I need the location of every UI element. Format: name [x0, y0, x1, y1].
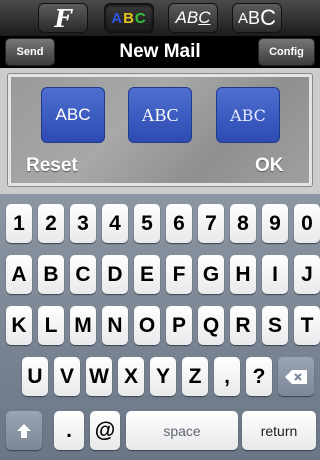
key-q[interactable]: Q	[198, 306, 224, 345]
config-button[interactable]: Config	[258, 38, 315, 66]
key-z[interactable]: Z	[182, 357, 208, 396]
key-d[interactable]: D	[102, 255, 128, 294]
key-v[interactable]: V	[54, 357, 80, 396]
key-9[interactable]: 9	[262, 204, 288, 243]
color-button[interactable]: A B C	[104, 3, 154, 33]
key-7[interactable]: 7	[198, 204, 224, 243]
size-letter-c: C	[260, 5, 276, 30]
key-s[interactable]: S	[262, 306, 288, 345]
key-b[interactable]: B	[38, 255, 64, 294]
key-w[interactable]: W	[86, 357, 112, 396]
key-5[interactable]: 5	[134, 204, 160, 243]
key-x[interactable]: X	[118, 357, 144, 396]
key-e[interactable]: E	[134, 255, 160, 294]
key-l[interactable]: L	[38, 306, 64, 345]
color-letter-c: C	[134, 9, 147, 27]
key-o[interactable]: O	[134, 306, 160, 345]
key-2[interactable]: 2	[38, 204, 64, 243]
key-period[interactable]: .	[54, 411, 84, 450]
key-c[interactable]: C	[70, 255, 96, 294]
font-letter: F	[54, 3, 72, 33]
style-button-light[interactable]: ABC	[216, 87, 280, 143]
color-letter-a: A	[111, 9, 124, 27]
key-y[interactable]: Y	[150, 357, 176, 396]
font-style-panel: ABC ABC ABC Reset OK	[8, 74, 312, 186]
key-comma[interactable]: ,	[214, 357, 240, 396]
underline-sample: ABC	[175, 8, 211, 27]
return-key[interactable]: return	[242, 411, 316, 450]
key-0[interactable]: 0	[294, 204, 320, 243]
key-j[interactable]: J	[294, 255, 320, 294]
text-size-button[interactable]: ABC	[232, 3, 282, 33]
backspace-key[interactable]	[278, 357, 314, 396]
style-button-serif[interactable]: ABC	[128, 87, 192, 143]
key-m[interactable]: M	[70, 306, 96, 345]
style-panel-area: ABC ABC ABC Reset OK	[0, 68, 320, 194]
key-a[interactable]: A	[6, 255, 32, 294]
style-button-sans[interactable]: ABC	[41, 87, 105, 143]
key-question[interactable]: ?	[246, 357, 272, 396]
ok-button[interactable]: OK	[255, 155, 284, 177]
color-letter-b: B	[123, 9, 135, 27]
font-button[interactable]: F	[38, 3, 88, 33]
key-at[interactable]: @	[90, 411, 120, 450]
shift-arrow-icon	[17, 423, 31, 438]
key-3[interactable]: 3	[70, 204, 96, 243]
size-letter-a: A	[238, 9, 249, 27]
key-p[interactable]: P	[166, 306, 192, 345]
key-n[interactable]: N	[102, 306, 128, 345]
key-u[interactable]: U	[22, 357, 48, 396]
key-h[interactable]: H	[230, 255, 256, 294]
key-g[interactable]: G	[198, 255, 224, 294]
key-4[interactable]: 4	[102, 204, 128, 243]
navigation-bar: New Mail Send Config	[0, 36, 320, 68]
reset-button[interactable]: Reset	[26, 155, 78, 177]
key-f[interactable]: F	[166, 255, 192, 294]
underline-button[interactable]: ABC	[168, 3, 218, 33]
backspace-icon	[285, 369, 307, 384]
send-button[interactable]: Send	[5, 38, 55, 66]
format-toolbar: F A B C ABC ABC	[0, 0, 320, 36]
size-letter-b: B	[248, 7, 261, 28]
keyboard: 1 2 3 4 5 6 7 8 9 0 A B C D E F G H I J K L M N O P Q R S T U V W X Y Z,?. @…	[0, 194, 320, 460]
key-6[interactable]: 6	[166, 204, 192, 243]
space-key[interactable]: space	[126, 411, 238, 450]
key-k[interactable]: K	[6, 306, 32, 345]
key-8[interactable]: 8	[230, 204, 256, 243]
shift-key[interactable]	[6, 411, 42, 450]
key-r[interactable]: R	[230, 306, 256, 345]
key-t[interactable]: T	[294, 306, 320, 345]
key-1[interactable]: 1	[6, 204, 32, 243]
key-i[interactable]: I	[262, 255, 288, 294]
